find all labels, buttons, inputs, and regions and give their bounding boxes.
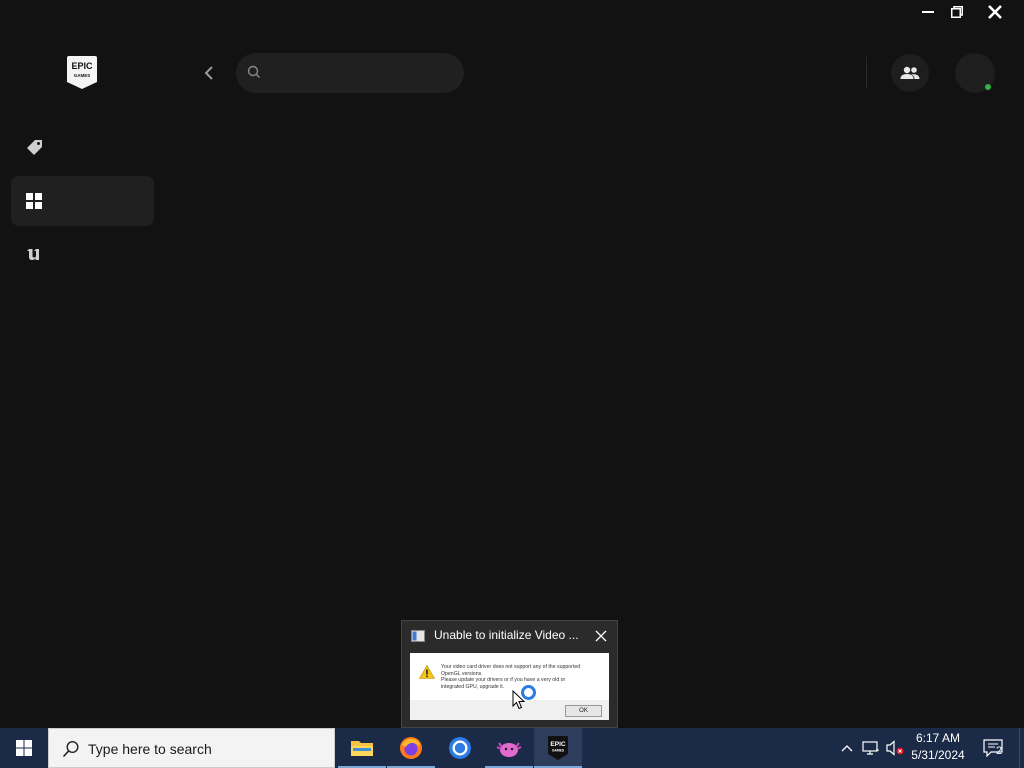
restore-button[interactable] (942, 0, 972, 24)
sidebar-item-store[interactable] (11, 123, 154, 173)
close-icon (988, 5, 1002, 19)
chevron-up-icon (841, 745, 853, 752)
epic-icon-line2: GAMES (552, 749, 565, 753)
logo-line1: EPIC (71, 61, 93, 71)
network-icon (862, 741, 879, 755)
dialog-title: Unable to initialize Video ... (434, 628, 579, 642)
epic-games-logo[interactable]: EPIC GAMES (67, 56, 97, 89)
header-divider (866, 57, 867, 89)
epic-icon-line1: EPIC (550, 741, 565, 748)
epic-games-launcher-window: EPIC GAMES (0, 0, 1024, 728)
minimize-button[interactable] (913, 0, 943, 24)
volume-button[interactable] (884, 728, 906, 768)
taskbar-app-chrome[interactable] (436, 728, 484, 768)
clock-time: 6:17 AM (915, 731, 961, 745)
dialog-close-button[interactable] (592, 627, 610, 645)
warning-icon (419, 665, 435, 679)
start-button[interactable] (0, 728, 48, 768)
online-status-indicator (985, 84, 991, 90)
folder-icon (351, 741, 373, 756)
logo-line2: GAMES (74, 73, 91, 78)
close-button[interactable] (980, 0, 1010, 24)
firefox-icon (400, 737, 422, 759)
restore-icon (951, 6, 963, 18)
app-window-icon (411, 630, 425, 642)
unreal-icon (27, 249, 39, 260)
ok-button[interactable]: OK (565, 705, 602, 717)
epic-games-icon: EPIC GAMES (548, 736, 568, 760)
message-line: Your video card driver does not support … (441, 664, 581, 670)
back-button[interactable] (199, 62, 219, 84)
dialog-message: Your video card driver does not support … (441, 664, 603, 690)
network-status-button[interactable] (860, 728, 882, 768)
friends-icon (900, 66, 920, 79)
taskbar-app-epic-games-launcher[interactable]: EPIC GAMES (534, 728, 582, 768)
search-icon (247, 65, 260, 78)
show-desktop-button[interactable] (1019, 728, 1020, 768)
search-icon (62, 740, 79, 758)
minimize-icon (922, 11, 934, 13)
windows-icon (16, 740, 32, 756)
taskbar: Type here to search EPIC GAMES 6:17 AM 5… (0, 728, 1024, 768)
close-icon (595, 630, 607, 642)
chrome-icon (449, 737, 471, 759)
show-hidden-icons-button[interactable] (838, 728, 856, 768)
friends-button[interactable] (891, 54, 929, 92)
dialog-body: Your video card driver does not support … (410, 653, 609, 720)
mouse-cursor-icon (512, 690, 526, 710)
sidebar-item-unreal-engine[interactable] (11, 229, 154, 279)
taskbar-search-placeholder: Type here to search (88, 741, 212, 757)
clock-date: 5/31/2024 (911, 748, 965, 762)
taskbar-app-firefox[interactable] (387, 728, 435, 768)
grid-icon (26, 193, 42, 209)
sidebar-item-library[interactable] (11, 176, 154, 226)
search-input[interactable] (270, 53, 456, 93)
axolotl-icon (496, 742, 522, 757)
taskbar-search-box[interactable]: Type here to search (48, 728, 335, 768)
taskbar-app-axolotl[interactable] (485, 728, 533, 768)
speaker-muted-icon (886, 740, 904, 756)
taskbar-app-file-explorer[interactable] (338, 728, 386, 768)
tag-icon (27, 140, 42, 155)
chevron-left-icon (204, 66, 213, 80)
notification-count-badge: 2 (996, 745, 1003, 757)
system-clock[interactable]: 6:17 AM 5/31/2024 (904, 730, 972, 764)
error-dialog: Unable to initialize Video ... Your vide… (401, 620, 618, 728)
